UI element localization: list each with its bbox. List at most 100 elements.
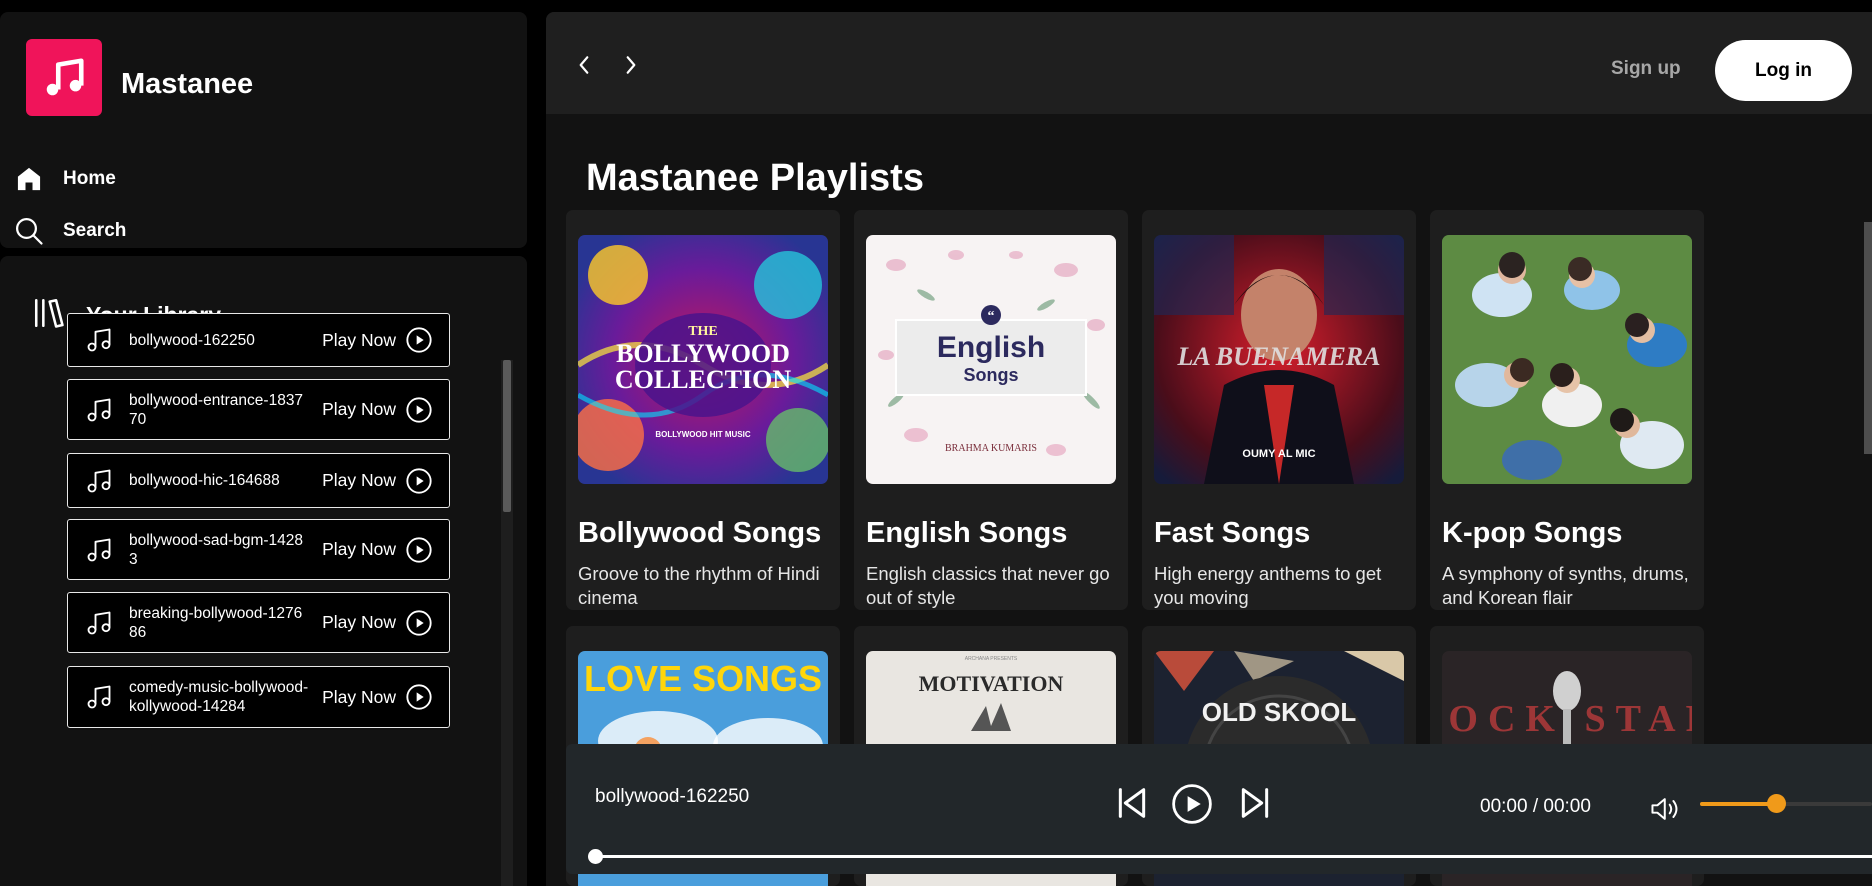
play-now-button[interactable]: Play Now (322, 467, 433, 495)
cover-text-motivation: MOTIVATION (919, 671, 1064, 696)
play-circle-icon (406, 536, 432, 563)
library-scrollbar-thumb[interactable] (503, 360, 511, 512)
library-track-item[interactable]: bollywood-entrance-183770 Play Now (67, 379, 450, 440)
track-name: bollywood-162250 (129, 331, 255, 349)
home-icon (14, 164, 44, 194)
play-now-label: Play Now (322, 539, 396, 559)
play-circle-icon (406, 609, 432, 636)
library-track-item[interactable]: breaking-bollywood-127686 Play Now (67, 592, 450, 653)
music-note-icon (84, 608, 114, 638)
cover-text-the: THE (688, 324, 718, 339)
music-note-icon (84, 466, 114, 496)
play-circle-icon (406, 396, 432, 423)
playlist-cover (1442, 235, 1692, 484)
cover-text-title: LA BUENAMERA (1176, 342, 1380, 371)
volume-fill (1700, 802, 1776, 806)
playlist-desc: A symphony of synths, drums, and Korean … (1442, 563, 1689, 608)
volume-button[interactable] (1650, 795, 1682, 828)
track-name: breaking-bollywood-127686 (129, 604, 303, 641)
nav-panel: Mastanee Home Search (0, 12, 527, 248)
seek-bar[interactable] (595, 855, 1872, 858)
chevron-right-icon (626, 56, 636, 74)
music-note-icon (84, 535, 114, 565)
play-circle-icon (406, 684, 432, 710)
seek-knob[interactable] (588, 849, 603, 864)
brand-name: Mastanee (121, 68, 254, 100)
nav-home[interactable]: Home (14, 164, 116, 194)
playlist-cover: LA BUENAMERA OUMY AL MIC (1154, 235, 1404, 484)
playlist-title: Bollywood Songs (578, 517, 822, 549)
cover-text-artist: OUMY AL MIC (1242, 448, 1315, 460)
play-circle-icon (406, 467, 432, 494)
signup-button[interactable]: Sign up (1611, 58, 1681, 80)
play-now-label: Play Now (322, 329, 396, 350)
library-track-item[interactable]: bollywood-sad-bgm-14283 Play Now (67, 519, 450, 580)
brand-logo[interactable] (26, 39, 102, 116)
skip-next-icon (1241, 788, 1269, 818)
play-now-button[interactable]: Play Now (322, 536, 433, 564)
playlist-card-fast[interactable]: LA BUENAMERA OUMY AL MIC Fast Songs High… (1142, 210, 1416, 610)
library-track-item[interactable]: bollywood-162250 Play Now (67, 313, 450, 367)
track-name: bollywood-sad-bgm-14283 (129, 531, 304, 568)
play-now-button[interactable]: Play Now (322, 683, 433, 711)
play-now-label: Play Now (322, 612, 396, 632)
forward-button[interactable] (618, 50, 644, 80)
music-note-icon (84, 682, 114, 712)
nav-home-label: Home (63, 168, 116, 189)
playlist-cover: THE BOLLYWOOD COLLECTION BOLLYWOOD HIT M… (578, 235, 828, 484)
music-note-icon (84, 325, 114, 355)
playlist-card-bollywood[interactable]: THE BOLLYWOOD COLLECTION BOLLYWOOD HIT M… (566, 210, 840, 610)
music-note-icon (84, 395, 114, 425)
play-now-button[interactable]: Play Now (322, 609, 433, 637)
play-button[interactable] (1171, 783, 1213, 825)
next-button[interactable] (1235, 783, 1275, 823)
time-display: 00:00 / 00:00 (1480, 796, 1591, 817)
cover-text-love: LOVE SONGS (584, 658, 822, 699)
nav-search-label: Search (63, 220, 127, 241)
svg-text:ARCHANA PRESENTS: ARCHANA PRESENTS (965, 656, 1018, 662)
play-now-label: Play Now (322, 470, 396, 490)
skip-previous-icon (1118, 788, 1146, 818)
playlist-desc: English classics that never go out of st… (866, 563, 1110, 608)
search-icon (14, 216, 44, 246)
library-panel: Your Library bollywood-162250Play Nowbol… (0, 256, 527, 886)
cover-text-english: English (937, 331, 1045, 364)
play-circle-icon (1172, 784, 1212, 824)
cover-text-brand: BRAHMA KUMARIS (945, 443, 1037, 454)
now-playing-title: bollywood-162250 (595, 786, 750, 807)
playlist-card-english[interactable]: “ English Songs BRAHMA KUMARIS English S… (854, 210, 1128, 610)
cover-text-collection: COLLECTION (615, 365, 791, 394)
volume-knob[interactable] (1766, 794, 1786, 813)
play-now-label: Play Now (322, 686, 396, 707)
play-now-label: Play Now (322, 399, 396, 419)
playlist-card-kpop[interactable]: K-pop Songs A symphony of synths, drums,… (1430, 210, 1704, 610)
track-name: comedy-music-bollywood-kollywood-14284 (129, 679, 309, 715)
playlist-cover: “ English Songs BRAHMA KUMARIS (866, 235, 1116, 484)
cover-text-songs: Songs (963, 365, 1018, 385)
player-bar: bollywood-162250 00:00 / 00:00 (566, 744, 1872, 874)
previous-button[interactable] (1112, 783, 1152, 823)
chevron-left-icon (579, 56, 589, 74)
main-scrollbar-thumb[interactable] (1864, 222, 1872, 454)
playlist-title: Fast Songs (1154, 517, 1311, 549)
play-circle-icon (406, 327, 432, 353)
track-name: bollywood-hic-164688 (129, 472, 280, 489)
back-button[interactable] (571, 50, 597, 80)
login-button[interactable]: Log in (1715, 40, 1852, 101)
svg-text:“: “ (988, 309, 995, 324)
volume-icon (1651, 798, 1678, 820)
playlist-desc: Groove to the rhythm of Hindi cinema (578, 563, 820, 608)
play-now-button[interactable]: Play Now (322, 396, 433, 424)
play-now-button[interactable]: Play Now (322, 326, 433, 354)
volume-slider[interactable] (1700, 794, 1872, 813)
cover-text-bollywood: BOLLYWOOD (616, 339, 790, 368)
library-track-item[interactable]: comedy-music-bollywood-kollywood-14284 Pl… (67, 666, 450, 728)
page-title: Mastanee Playlists (586, 157, 924, 199)
playlist-title: K-pop Songs (1442, 517, 1623, 549)
top-bar: Sign up Log in (546, 12, 1872, 114)
nav-search[interactable]: Search (14, 216, 126, 246)
playlist-title: English Songs (866, 517, 1068, 549)
cover-text-oldskool: OLD SKOOL (1202, 697, 1357, 727)
library-icon (32, 296, 66, 335)
library-track-item[interactable]: bollywood-hic-164688 Play Now (67, 453, 450, 508)
